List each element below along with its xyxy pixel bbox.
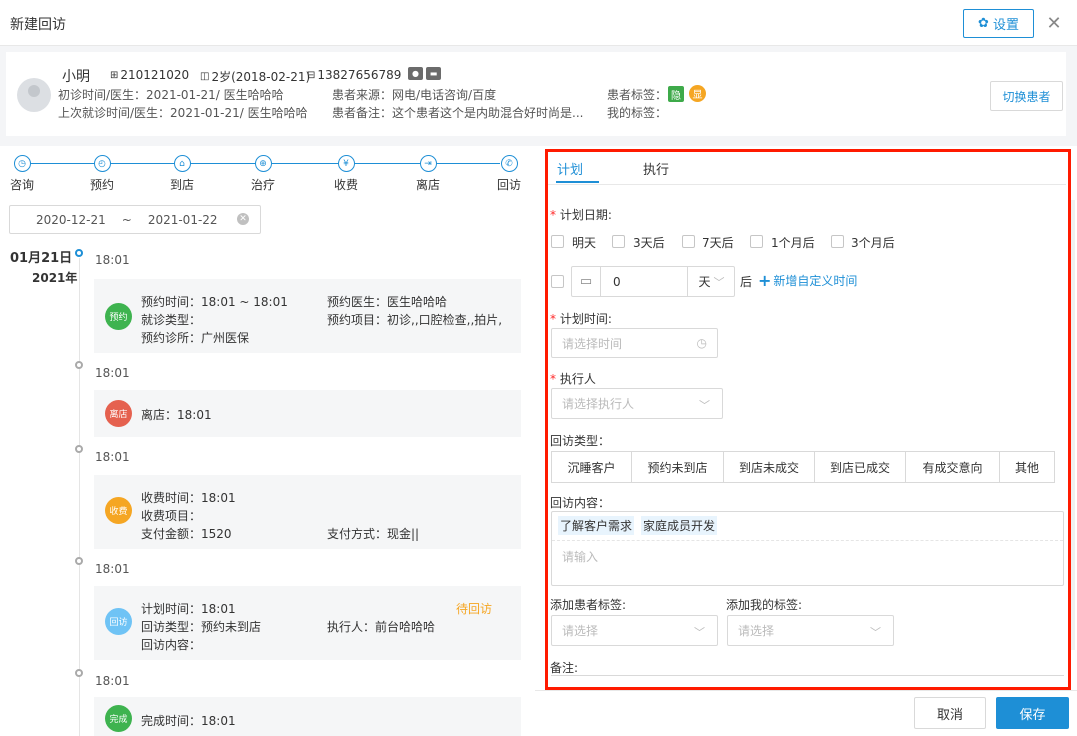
pay-method: 支付方式：现金||	[327, 527, 420, 541]
phone-icon: ⊟	[307, 69, 316, 81]
scrollbar[interactable]	[1071, 200, 1075, 650]
charge-items: 收费项目：	[141, 509, 202, 523]
charge-badge: 收费	[105, 497, 132, 524]
last-visit: 上次就诊时间/医生：2021-01-21/ 医生哈哈哈	[58, 106, 308, 120]
dialog-title: 新建回访	[10, 17, 66, 33]
save-button[interactable]: 保存	[996, 697, 1069, 729]
revisit-type: 回访类型：预约未到店	[141, 620, 262, 634]
appointment-time: 预约时间：18:01 ~ 18:01	[141, 295, 288, 309]
visit-type: 就诊类型：	[141, 313, 202, 327]
appointment-items: 预约项目：初诊,,口腔检查,,拍片,	[327, 313, 503, 327]
timeline-dot	[75, 361, 83, 369]
calendar-icon: ◫	[200, 71, 210, 82]
patient-tags-label: 患者标签：	[607, 88, 668, 102]
gear-icon: ✿	[978, 16, 989, 31]
timeline-dot	[75, 445, 83, 453]
switch-patient-button[interactable]: 切换患者	[990, 81, 1063, 111]
leave-time: 离店：18:01	[141, 408, 212, 422]
phone-call-icon: ✆	[500, 155, 518, 172]
step-leave[interactable]: ⇥ 离店	[403, 155, 453, 193]
patient-name: 小明	[62, 69, 90, 85]
wechat-icon[interactable]: ●	[408, 67, 423, 80]
cancel-button[interactable]: 取消	[914, 697, 986, 729]
complete-time: 完成时间：18:01	[141, 714, 236, 728]
patient-note: 患者备注：这个患者这个是内助混合好时尚是...	[332, 106, 584, 120]
timeline-time: 18:01	[95, 562, 130, 576]
close-icon[interactable]: ✕	[1043, 10, 1065, 36]
leave-icon: ⇥	[419, 155, 437, 172]
message-icon[interactable]: ▬	[426, 67, 441, 80]
timeline-time: 18:01	[95, 366, 130, 380]
timeline-dot	[75, 557, 83, 565]
step-consult[interactable]: ◷ 咨询	[0, 155, 47, 193]
revisit-content: 回访内容：	[141, 638, 202, 652]
highlight-box	[545, 149, 1071, 690]
timeline-time: 18:01	[95, 450, 130, 464]
timeline-dot	[75, 669, 83, 677]
footer-divider	[535, 690, 1077, 691]
my-tags-label: 我的标签：	[607, 106, 668, 120]
step-treatment[interactable]: ⊕ 治疗	[238, 155, 288, 193]
treatment-icon: ⊕	[254, 155, 272, 172]
yuan-icon: ¥	[337, 155, 355, 172]
patient-source: 患者来源：网电/电话咨询/百度	[332, 88, 497, 102]
timeline-dot	[75, 249, 83, 257]
revisit-executor: 执行人：前台哈哈哈	[327, 620, 436, 634]
step-appointment[interactable]: ◴ 预约	[77, 155, 127, 193]
patient-age: ◫ 2岁(2018-02-21)	[200, 70, 311, 84]
appointment-doctor: 预约医生：医生哈哈哈	[327, 295, 448, 309]
pay-amount: 支付金额：1520	[141, 527, 232, 541]
settings-label: 设置	[992, 18, 1019, 33]
plan-time: 计划时间：18:01	[141, 602, 236, 616]
step-revisit[interactable]: ✆ 回访	[484, 155, 534, 193]
appointment-badge: 预约	[105, 303, 132, 330]
step-arrival[interactable]: ⌂ 到店	[157, 155, 207, 193]
status-badge: 待回访	[456, 602, 493, 616]
avatar	[17, 78, 51, 112]
patient-tag-green: 隐	[668, 86, 684, 102]
clear-icon[interactable]: ✕	[237, 213, 249, 225]
revisit-badge: 回访	[105, 608, 132, 635]
date-end: 2021-01-22	[147, 212, 218, 227]
dialog-header: 新建回访	[0, 0, 1077, 46]
timeline-time: 18:01	[95, 253, 130, 267]
charge-time: 收费时间：18:01	[141, 491, 236, 505]
id-card-icon: ⊞	[110, 69, 119, 81]
step-charge[interactable]: ¥ 收费	[321, 155, 371, 193]
date-separator: ~	[121, 212, 132, 227]
date-range-picker[interactable]: 2020-12-21 ~ 2021-01-22	[9, 205, 261, 234]
first-visit: 初诊时间/医生：2021-01-21/ 医生哈哈哈	[58, 88, 284, 102]
date-start: 2020-12-21	[36, 212, 106, 227]
appointment-clock-icon: ◴	[93, 155, 111, 172]
clock-icon: ◷	[13, 155, 31, 172]
settings-button[interactable]: ✿ 设置	[963, 9, 1034, 38]
store-icon: ⌂	[173, 155, 191, 172]
appointment-clinic: 预约诊所：广州医保	[141, 331, 250, 345]
patient-id: ⊞ 210121020	[110, 68, 190, 82]
timeline-year: 2021年	[32, 271, 78, 285]
complete-badge: 完成	[105, 705, 132, 732]
leave-badge: 离店	[105, 400, 132, 427]
patient-tag-orange: 显	[689, 85, 706, 102]
timeline-line	[79, 258, 80, 736]
timeline-time: 18:01	[95, 674, 130, 688]
timeline-date: 01月21日	[10, 251, 73, 266]
patient-phone: ⊟ 13827656789	[307, 68, 402, 82]
